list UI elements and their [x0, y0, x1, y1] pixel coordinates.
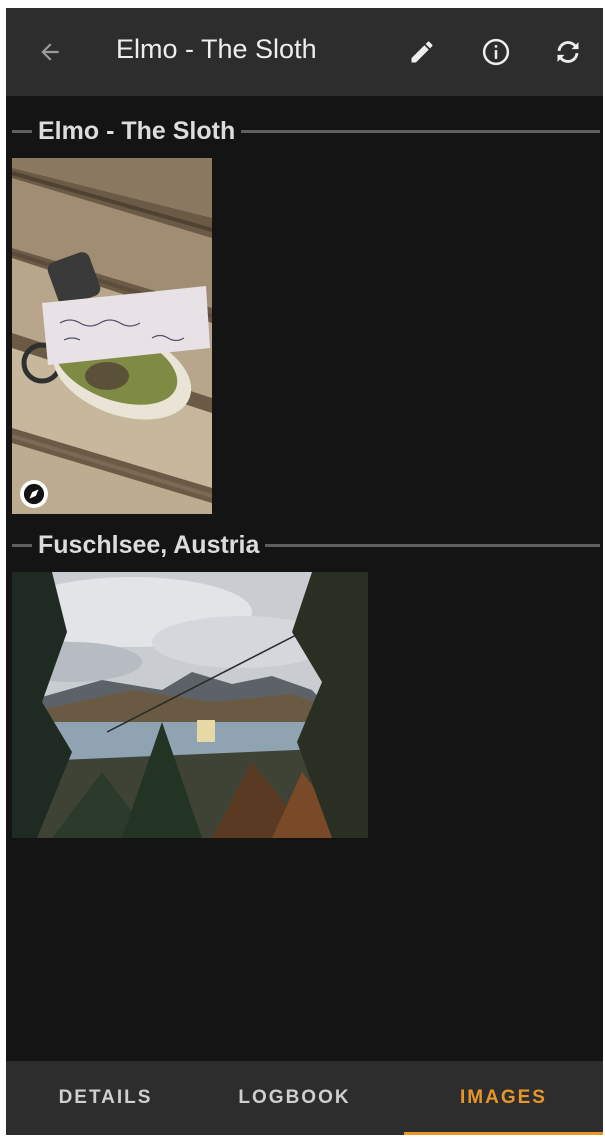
tab-images[interactable]: IMAGES — [404, 1061, 603, 1135]
info-icon — [482, 38, 510, 66]
tab-label: IMAGES — [460, 1087, 547, 1108]
tab-logbook[interactable]: LOGBOOK — [195, 1061, 394, 1135]
section-title: Elmo - The Sloth — [38, 116, 236, 145]
sloth-tag-photo — [12, 158, 212, 514]
sync-icon — [557, 41, 579, 63]
bottom-tab-bar: DETAILS LOGBOOK IMAGES — [6, 1061, 603, 1135]
section-header-fuschlsee: Fuschlsee, Austria — [12, 530, 600, 560]
tab-label: LOGBOOK — [238, 1087, 351, 1108]
divider — [241, 129, 600, 133]
lake-landscape-photo — [12, 572, 368, 838]
divider — [12, 129, 32, 133]
edit-button[interactable] — [402, 32, 442, 72]
pencil-icon — [411, 41, 433, 63]
divider — [265, 543, 600, 547]
back-button[interactable] — [30, 32, 70, 72]
section-title: Fuschlsee, Austria — [38, 530, 260, 559]
image-thumbnail-sloth[interactable] — [12, 158, 212, 514]
divider — [12, 543, 32, 547]
info-button[interactable] — [476, 32, 516, 72]
arrow-back-icon — [41, 43, 59, 61]
compass-badge — [20, 480, 48, 508]
tab-label: DETAILS — [58, 1087, 153, 1108]
phone-screen: Elmo - The Sloth Elmo - The Sloth Fuschl… — [6, 8, 603, 1135]
tab-details[interactable]: DETAILS — [6, 1061, 205, 1135]
sync-button[interactable] — [548, 32, 588, 72]
compass-icon — [23, 483, 45, 505]
active-tab-indicator — [404, 1132, 603, 1135]
section-header-elmo: Elmo - The Sloth — [12, 116, 600, 146]
page-title: Elmo - The Sloth — [116, 34, 317, 64]
image-thumbnail-lake[interactable] — [12, 572, 368, 838]
top-app-bar: Elmo - The Sloth — [6, 8, 603, 96]
